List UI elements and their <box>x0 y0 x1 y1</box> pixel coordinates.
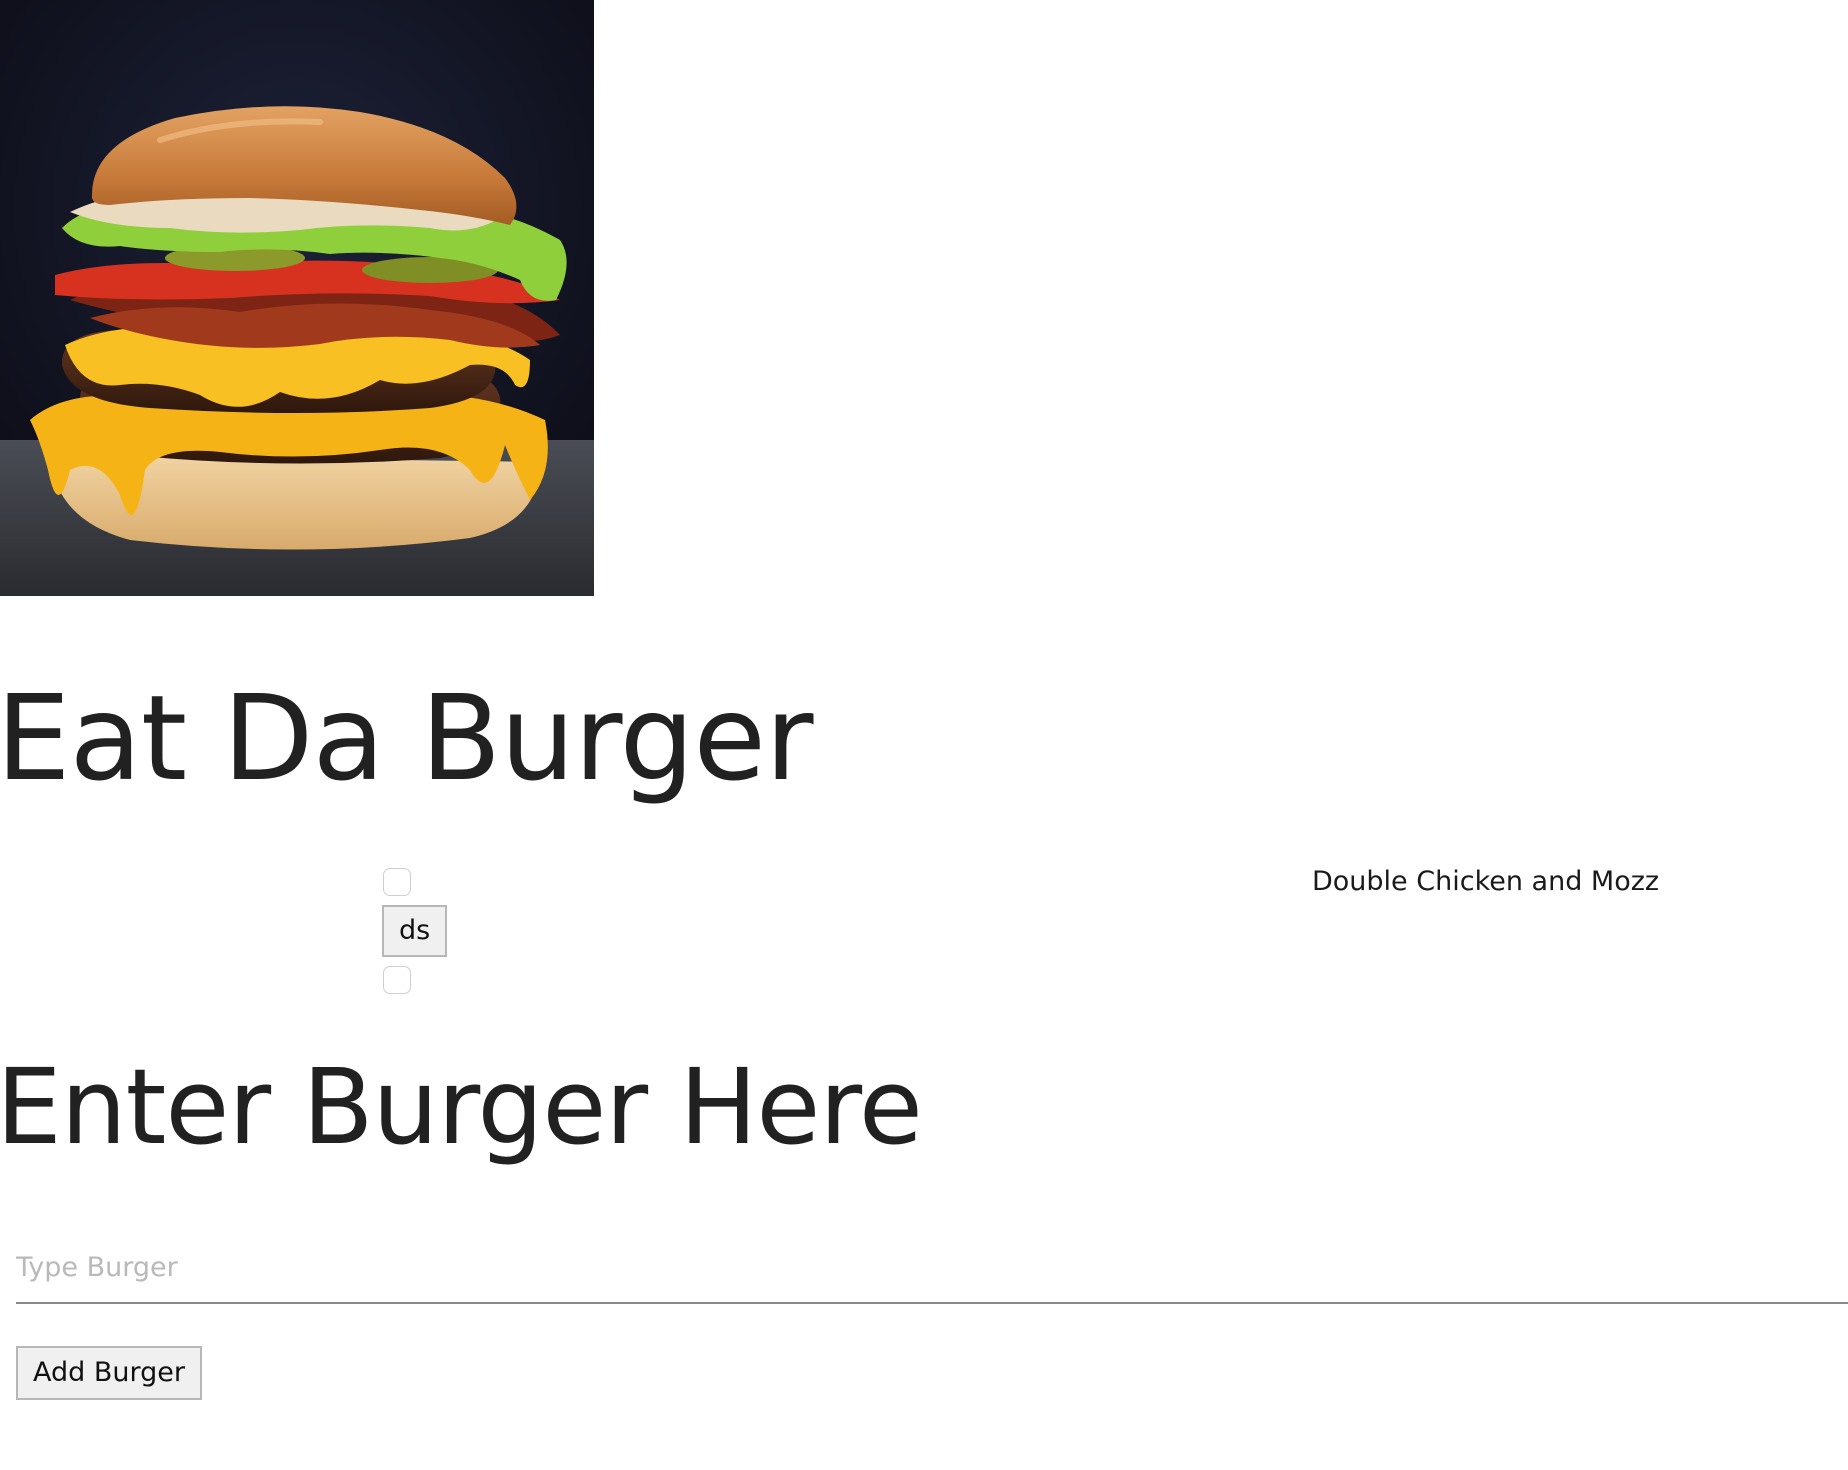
page-title: Eat Da Burger <box>0 669 814 807</box>
devoured-burger-item: Double Chicken and Mozz <box>1312 866 1660 897</box>
add-burger-button[interactable]: Add Burger <box>16 1346 202 1400</box>
devour-button[interactable]: ds <box>382 905 448 957</box>
burger-list-top-checkbox[interactable] <box>383 868 411 896</box>
burger-hero-image <box>0 0 594 596</box>
form-heading: Enter Burger Here <box>0 1046 923 1168</box>
burger-name-input[interactable] <box>16 1232 1848 1304</box>
burger-list-bottom-checkbox[interactable] <box>383 966 411 994</box>
page: Eat Da Burger ds Double Chicken and Mozz… <box>0 0 1848 1470</box>
